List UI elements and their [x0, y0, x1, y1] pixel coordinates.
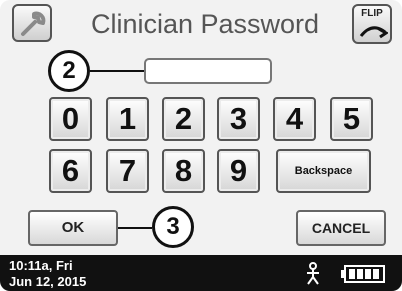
wrench-icon — [21, 11, 46, 36]
key-4[interactable]: 4 — [273, 97, 316, 141]
key-6[interactable]: 6 — [49, 149, 92, 193]
status-time: 10:11a, Fri — [9, 258, 73, 273]
device-screen: Clinician Password FLIP 2 0 1 2 3 4 5 6 … — [0, 0, 402, 291]
backspace-button[interactable]: Backspace — [276, 149, 371, 193]
key-2[interactable]: 2 — [162, 97, 205, 141]
cancel-button[interactable]: CANCEL — [296, 210, 386, 246]
key-8[interactable]: 8 — [162, 149, 205, 193]
password-input[interactable] — [144, 58, 272, 84]
key-1[interactable]: 1 — [106, 97, 149, 141]
key-5[interactable]: 5 — [330, 97, 373, 141]
flip-label: FLIP — [361, 8, 383, 19]
battery-icon — [341, 265, 385, 283]
key-7[interactable]: 7 — [106, 149, 149, 193]
callout-3-line — [118, 227, 152, 229]
callout-2-line — [90, 70, 144, 72]
status-date: Jun 12, 2015 — [9, 274, 87, 289]
key-0[interactable]: 0 — [49, 97, 92, 141]
header: Clinician Password FLIP — [0, 0, 402, 48]
settings-button[interactable] — [12, 4, 52, 42]
callout-3: 3 — [152, 206, 194, 248]
key-9[interactable]: 9 — [217, 149, 260, 193]
page-title: Clinician Password — [90, 9, 320, 39]
status-bar: 10:11a, Fri Jun 12, 2015 — [0, 255, 402, 291]
flip-arrow-icon — [359, 26, 388, 39]
ok-button[interactable]: OK — [28, 210, 118, 246]
callout-2: 2 — [48, 50, 90, 92]
flip-button[interactable]: FLIP — [352, 4, 392, 44]
person-icon — [307, 262, 319, 285]
key-3[interactable]: 3 — [217, 97, 260, 141]
